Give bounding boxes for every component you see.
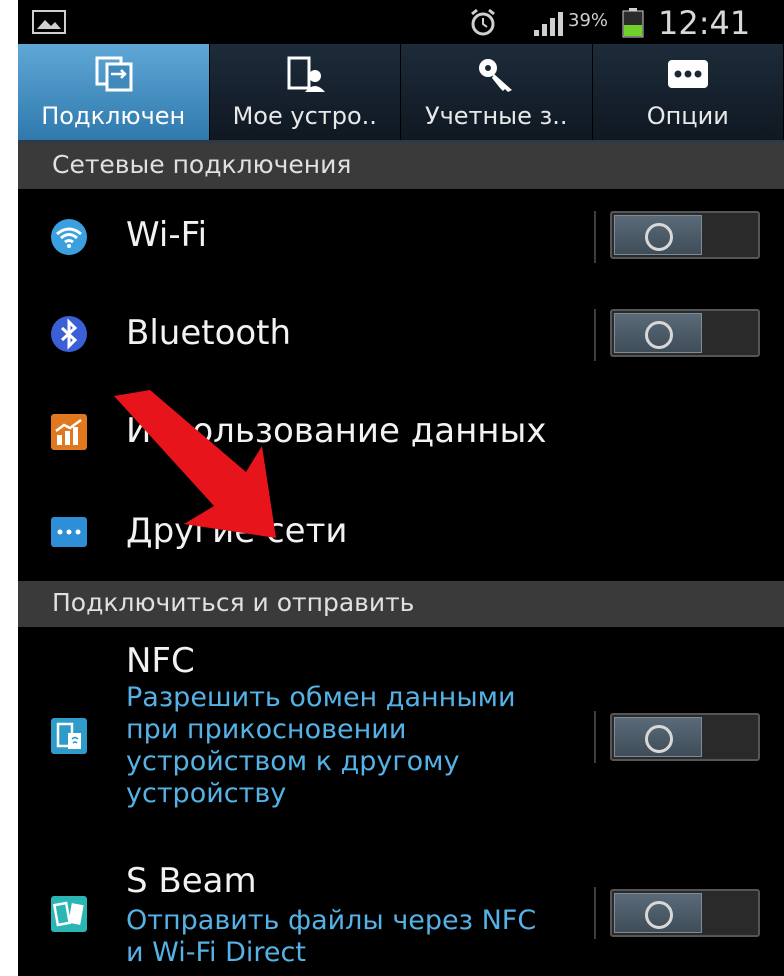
connections-icon	[95, 56, 133, 92]
nfc-row[interactable]: NFC Разрешить обмен данными при прикосно…	[18, 627, 784, 849]
data-usage-icon	[51, 414, 87, 450]
my-device-icon	[287, 56, 325, 92]
s-beam-icon	[51, 896, 87, 932]
signal-icon	[534, 12, 563, 36]
wifi-row[interactable]: Wi-Fi	[18, 189, 784, 287]
other-networks-row[interactable]: Другие сети	[18, 481, 784, 583]
tab-label: Опции	[646, 102, 729, 130]
section-header-network: Сетевые подключения	[18, 143, 784, 189]
bluetooth-icon	[51, 316, 87, 352]
row-divider	[594, 887, 596, 939]
nfc-label: NFC	[126, 641, 195, 681]
bluetooth-row[interactable]: Bluetooth	[18, 285, 784, 385]
bluetooth-toggle[interactable]	[610, 309, 760, 357]
phone-screen: 39% 12:41 Подключен Мое устро.. Учетные …	[18, 0, 784, 976]
bluetooth-label: Bluetooth	[126, 313, 292, 353]
wifi-label: Wi-Fi	[126, 215, 208, 255]
toggle-knob	[614, 717, 702, 757]
settings-tabs: Подключен Мое устро.. Учетные з.. Опции	[18, 44, 784, 143]
battery-percent: 39%	[568, 10, 609, 31]
tab-connections[interactable]: Подключен	[18, 44, 210, 140]
image-icon	[32, 10, 66, 34]
s-beam-toggle[interactable]	[610, 889, 760, 937]
tab-accounts[interactable]: Учетные з..	[401, 44, 593, 140]
section-header-connect-share: Подключиться и отправить	[18, 581, 784, 627]
row-divider	[594, 711, 596, 763]
tab-my-device[interactable]: Мое устро..	[210, 44, 401, 140]
tab-label: Подключен	[41, 102, 186, 130]
toggle-knob	[614, 893, 702, 933]
accounts-key-icon	[479, 59, 513, 92]
more-networks-icon	[51, 517, 87, 547]
data-usage-label: Использование данных	[126, 411, 547, 451]
s-beam-row[interactable]: S Beam Отправить файлы через NFC и Wi-Fi…	[18, 847, 784, 976]
tab-label: Учетные з..	[424, 102, 568, 130]
section-title: Подключиться и отправить	[52, 588, 415, 617]
other-networks-label: Другие сети	[126, 511, 348, 551]
wifi-icon	[51, 219, 87, 255]
s-beam-label: S Beam	[126, 861, 257, 901]
nfc-icon	[51, 718, 87, 754]
wifi-toggle[interactable]	[610, 211, 760, 259]
alarm-icon	[471, 8, 495, 36]
clock: 12:41	[658, 4, 751, 42]
battery-icon	[622, 8, 644, 38]
toggle-knob	[614, 215, 702, 255]
nfc-description: Разрешить обмен данными при прикосновени…	[126, 682, 516, 809]
more-options-icon	[667, 60, 708, 88]
nfc-toggle[interactable]	[610, 713, 760, 761]
tab-options[interactable]: Опции	[593, 44, 784, 140]
toggle-knob	[614, 313, 702, 353]
row-divider	[594, 309, 596, 361]
section-title: Сетевые подключения	[52, 150, 352, 179]
row-divider	[594, 211, 596, 263]
status-bar: 39% 12:41	[18, 0, 784, 44]
data-usage-row[interactable]: Использование данных	[18, 383, 784, 483]
tab-label: Мое устро..	[232, 102, 377, 130]
s-beam-description: Отправить файлы через NFC и Wi-Fi Direct	[126, 905, 537, 968]
